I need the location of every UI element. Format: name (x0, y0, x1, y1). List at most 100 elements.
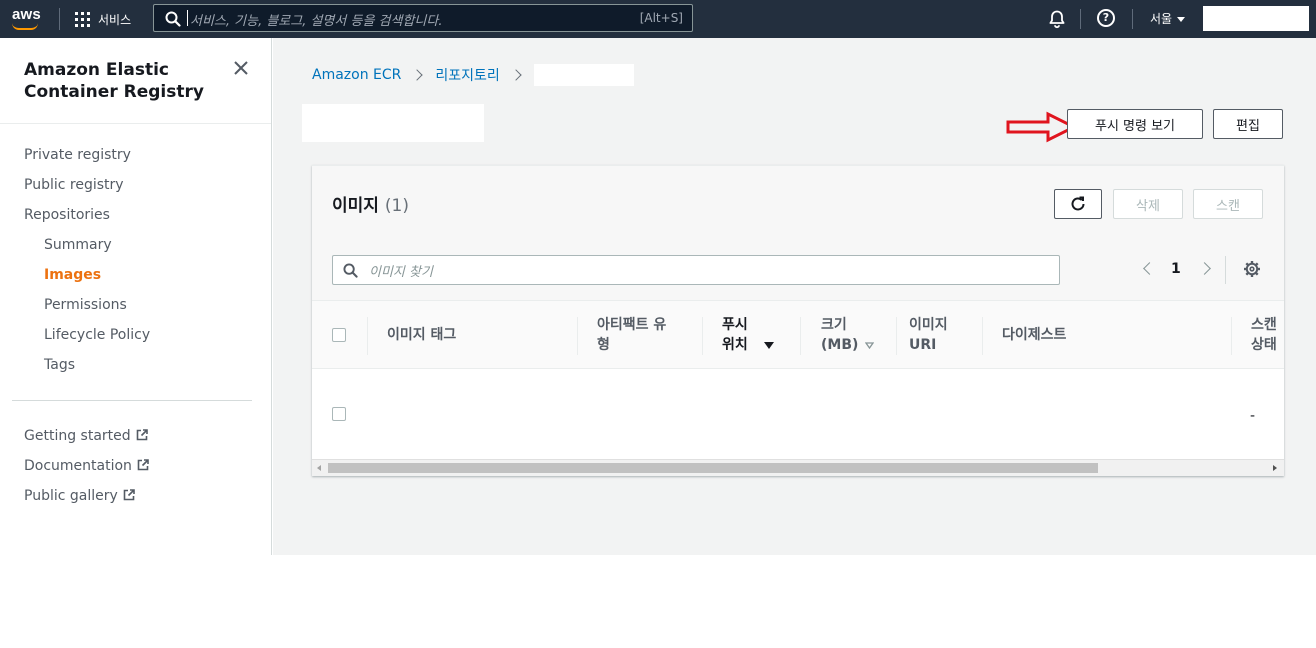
column-header-digest[interactable]: 다이제스트 (1002, 325, 1066, 345)
column-header-line: 크기 (821, 317, 847, 333)
external-link-icon (137, 459, 149, 471)
gear-icon[interactable] (1243, 260, 1261, 278)
column-header-line: 스캔 (1251, 317, 1277, 333)
caret-down-icon (1177, 17, 1186, 22)
account-menu-redacted[interactable] (1203, 6, 1309, 31)
column-header-line: 이미지 (909, 317, 948, 333)
sort-descending-icon (763, 341, 774, 349)
images-panel-header: 이미지 (1) 삭제 스캔 이미지 찾기 1 (312, 166, 1284, 300)
column-divider (1231, 317, 1232, 355)
images-table-header: 이미지 태그 아티팩트 유 형 푸시 위치 크기 (MB) 이미지 URI 다이… (312, 300, 1284, 369)
help-icon[interactable]: ? (1097, 9, 1115, 27)
notifications-bell-icon[interactable] (1047, 9, 1067, 29)
column-header-size[interactable]: 크기 (MB) (821, 315, 875, 355)
region-selector[interactable]: 서울 (1150, 10, 1186, 27)
refresh-icon (1071, 196, 1085, 211)
sidebar-link-label: Public gallery (24, 488, 118, 504)
scroll-left-icon[interactable] (317, 465, 321, 471)
delete-button[interactable]: 삭제 (1113, 189, 1183, 219)
images-panel: 이미지 (1) 삭제 스캔 이미지 찾기 1 이미지 태그 아티팩트 유 형 푸… (312, 165, 1284, 476)
column-header-line: 형 (597, 337, 610, 353)
sidebar-item-tags[interactable]: Tags (44, 357, 75, 373)
sidebar-item-private-registry[interactable]: Private registry (24, 147, 131, 163)
global-search-input[interactable]: 서비스, 기능, 블로그, 설명서 등을 검색합니다. [Alt+S] (153, 4, 693, 32)
close-icon[interactable] (233, 60, 249, 76)
aws-logo-text: aws (12, 6, 41, 23)
column-divider (982, 317, 983, 355)
breadcrumb-link-ecr[interactable]: Amazon ECR (312, 67, 401, 83)
sidebar-item-lifecycle-policy[interactable]: Lifecycle Policy (44, 327, 150, 343)
horizontal-scrollbar[interactable] (312, 459, 1284, 476)
sidebar-item-repositories[interactable]: Repositories (24, 207, 110, 223)
breadcrumb-link-repositories[interactable]: 리포지토리 (435, 65, 499, 85)
column-header-line: 상태 (1251, 337, 1277, 353)
sidebar-link-documentation[interactable]: Documentation (24, 458, 149, 474)
image-search-input[interactable]: 이미지 찾기 (332, 255, 1060, 285)
sidebar-link-label: Documentation (24, 458, 132, 474)
scan-button[interactable]: 스캔 (1193, 189, 1263, 219)
column-header-image-tag[interactable]: 이미지 태그 (387, 325, 456, 345)
select-all-checkbox[interactable] (332, 328, 346, 342)
sidebar-link-getting-started[interactable]: Getting started (24, 428, 148, 444)
chevron-left-icon[interactable] (1143, 262, 1156, 275)
column-header-image-uri[interactable]: 이미지 URI (909, 315, 948, 355)
search-shortcut-hint: [Alt+S] (639, 11, 683, 25)
nav-divider (1132, 9, 1133, 29)
services-menu-button[interactable]: 서비스 (75, 8, 131, 30)
column-divider (800, 317, 801, 355)
search-icon (343, 263, 358, 278)
chevron-right-icon (411, 69, 424, 81)
view-push-commands-button[interactable]: 푸시 명령 보기 (1067, 109, 1203, 139)
search-placeholder: 서비스, 기능, 블로그, 설명서 등을 검색합니다. (186, 10, 442, 29)
side-navigation: Amazon Elastic Container Registry Privat… (0, 38, 272, 555)
external-link-icon (136, 429, 148, 441)
sidebar-item-images[interactable]: Images (44, 267, 101, 283)
column-divider (896, 317, 897, 355)
scroll-right-icon[interactable] (1273, 465, 1277, 471)
grid-icon (75, 11, 90, 27)
column-header-scan-status[interactable]: 스캔 상태 (1251, 315, 1277, 355)
sort-unsorted-icon (865, 341, 875, 349)
column-header-line: 아티팩트 유 (597, 317, 667, 333)
column-header-artifact-type[interactable]: 아티팩트 유 형 (597, 315, 666, 355)
pager-divider (1225, 256, 1226, 284)
row-checkbox[interactable] (332, 407, 346, 421)
sidebar-item-permissions[interactable]: Permissions (44, 297, 127, 313)
column-header-line: 위치 (722, 337, 748, 353)
image-search-placeholder: 이미지 찾기 (369, 265, 433, 280)
sidebar-divider (0, 123, 271, 124)
column-header-pushed-at[interactable]: 푸시 위치 (722, 315, 774, 355)
column-header-line: (MB) (821, 337, 859, 353)
scan-status-cell: - (1250, 408, 1256, 424)
top-navigation: aws 서비스 서비스, 기능, 블로그, 설명서 등을 검색합니다. [Alt… (0, 0, 1316, 38)
column-header-line: URI (909, 337, 937, 353)
services-label: 서비스 (98, 12, 132, 27)
column-header-line: 푸시 (722, 317, 748, 333)
scrollbar-thumb[interactable] (328, 463, 1098, 473)
chevron-right-icon[interactable] (1198, 262, 1211, 275)
nav-divider (59, 8, 60, 30)
aws-logo[interactable]: aws (10, 5, 46, 31)
service-title[interactable]: Amazon Elastic Container Registry (24, 59, 224, 103)
external-link-icon (123, 489, 135, 501)
sidebar-divider (12, 400, 252, 401)
nav-divider (1080, 9, 1081, 29)
region-label: 서울 (1150, 12, 1173, 26)
breadcrumb: Amazon ECR 리포지토리 (312, 64, 634, 86)
page-number[interactable]: 1 (1171, 261, 1181, 277)
column-divider (702, 317, 703, 355)
images-title: 이미지 (1) (332, 191, 409, 216)
sidebar-link-label: Getting started (24, 428, 131, 444)
breadcrumb-current-redacted (533, 64, 634, 86)
images-count: (1) (384, 196, 410, 216)
edit-button[interactable]: 편집 (1213, 109, 1283, 139)
table-row[interactable]: - (312, 370, 1284, 459)
sidebar-link-public-gallery[interactable]: Public gallery (24, 488, 135, 504)
sidebar-item-summary[interactable]: Summary (44, 237, 112, 253)
sidebar-item-public-registry[interactable]: Public registry (24, 177, 124, 193)
aws-smile-icon (12, 23, 38, 30)
page-title-redacted (302, 104, 484, 142)
refresh-button[interactable] (1054, 189, 1102, 219)
images-title-text: 이미지 (332, 196, 379, 216)
search-icon (165, 11, 181, 27)
